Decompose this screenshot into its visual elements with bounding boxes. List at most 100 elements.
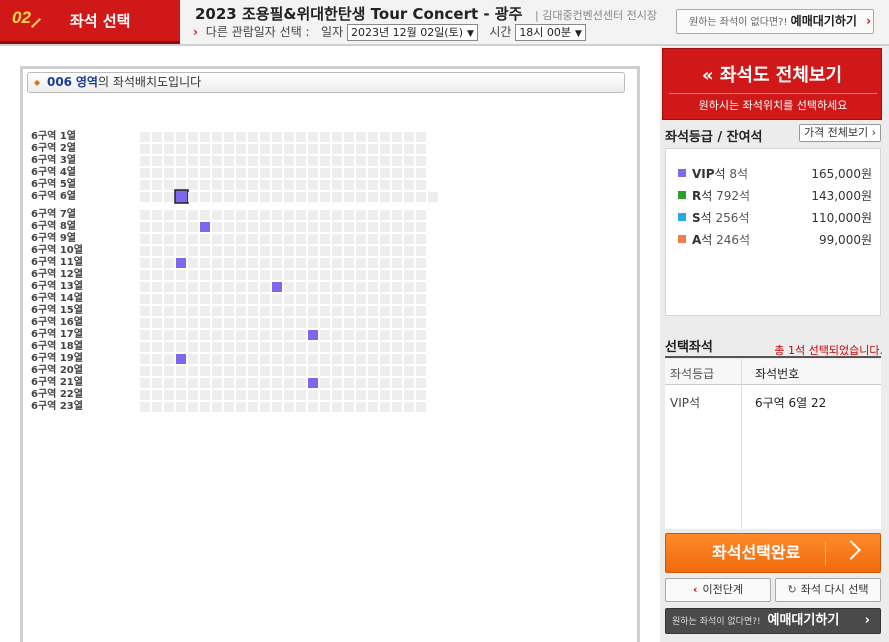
seat-unavailable	[332, 378, 342, 388]
seat-unavailable	[176, 210, 186, 220]
seat-unavailable	[368, 354, 378, 364]
seat-unavailable	[368, 258, 378, 268]
grade-row: VIP석 8석 165,000원	[678, 165, 878, 181]
seat-unavailable	[332, 270, 342, 280]
done-label: 좌석선택완료	[712, 543, 801, 562]
seat-unavailable	[260, 282, 270, 292]
seat-unavailable	[140, 282, 150, 292]
seat-unavailable	[248, 378, 258, 388]
seat-unavailable	[152, 180, 162, 190]
seat-unavailable	[176, 366, 186, 376]
seat-unavailable	[380, 222, 390, 232]
seat-unavailable	[416, 222, 426, 232]
seat-available[interactable]	[176, 258, 186, 268]
seat-available[interactable]	[308, 330, 318, 340]
grade-price: 165,000원	[811, 167, 872, 181]
seat-unavailable	[332, 132, 342, 142]
reselect-seat-button[interactable]: ↻ 좌석 다시 선택	[775, 578, 881, 602]
price-all-button[interactable]: 가격 전체보기 ›	[799, 124, 881, 142]
seat-unavailable	[332, 258, 342, 268]
seat-unavailable	[404, 378, 414, 388]
seat-unavailable	[368, 210, 378, 220]
seat-unavailable	[380, 282, 390, 292]
seat-unavailable	[272, 246, 282, 256]
seat-available[interactable]	[200, 222, 210, 232]
seat-unavailable	[212, 390, 222, 400]
seat-unavailable	[392, 210, 402, 220]
seat-unavailable	[308, 258, 318, 268]
date-label: 일자	[321, 25, 344, 39]
seat-unavailable	[416, 168, 426, 178]
seat-unavailable	[320, 270, 330, 280]
seat-unavailable	[332, 390, 342, 400]
seat-available[interactable]	[272, 282, 282, 292]
seat-unavailable	[176, 390, 186, 400]
seat-unavailable	[296, 390, 306, 400]
seat-unavailable	[308, 168, 318, 178]
seat-unavailable	[296, 270, 306, 280]
time-select[interactable]: 18시 00분 ▼	[515, 24, 586, 41]
other-date-label: 다른 관람일자 선택 :	[205, 25, 310, 39]
seat-unavailable	[260, 402, 270, 412]
seat-unavailable	[296, 222, 306, 232]
seat-unavailable	[140, 318, 150, 328]
price-all-label: 가격 전체보기	[803, 126, 869, 139]
seat-unavailable	[368, 294, 378, 304]
seat-unavailable	[164, 180, 174, 190]
seat-unavailable	[344, 294, 354, 304]
previous-step-button[interactable]: ‹ 이전단계	[665, 578, 771, 602]
seat-unavailable	[248, 246, 258, 256]
seat-unavailable	[248, 354, 258, 364]
seat-unavailable	[260, 258, 270, 268]
waitlist-button-top[interactable]: 원하는 좌석이 없다면?! 예매대기하기 ›	[676, 9, 874, 34]
full-seatmap-button[interactable]: « 좌석도 전체보기 원하시는 좌석위치를 선택하세요	[662, 48, 882, 120]
seat-unavailable	[356, 294, 366, 304]
seat-unavailable	[404, 330, 414, 340]
grade-name: VIP석 8석	[692, 167, 749, 181]
seat-unavailable	[236, 258, 246, 268]
seat-unavailable	[380, 210, 390, 220]
seat-unavailable	[236, 246, 246, 256]
seat-unavailable	[140, 258, 150, 268]
seat-unavailable	[200, 306, 210, 316]
seat-unavailable	[224, 132, 234, 142]
seat-unavailable	[140, 330, 150, 340]
seat-grid[interactable]	[23, 69, 637, 642]
seat-unavailable	[224, 282, 234, 292]
seat-unavailable	[140, 246, 150, 256]
seat-unavailable	[236, 318, 246, 328]
seat-unavailable	[248, 294, 258, 304]
seat-unavailable	[248, 342, 258, 352]
seat-unavailable	[224, 222, 234, 232]
seat-unavailable	[224, 270, 234, 280]
date-select[interactable]: 2023년 12월 02일(토) ▼	[346, 24, 478, 41]
seat-unavailable	[152, 156, 162, 166]
seat-unavailable	[392, 354, 402, 364]
seat-unavailable	[320, 282, 330, 292]
seat-unavailable	[164, 390, 174, 400]
seat-unavailable	[416, 144, 426, 154]
seat-selection-done-button[interactable]: 좌석선택완료	[665, 533, 881, 573]
waitlist-button-bottom[interactable]: 원하는 좌석이 없다면?! 예매대기하기 ›	[665, 608, 881, 634]
selected-table-header: 좌석등급 좌석번호	[665, 359, 881, 385]
seat-unavailable	[404, 192, 414, 202]
seat-unavailable	[296, 402, 306, 412]
seat-unavailable	[236, 234, 246, 244]
selected-heading: 선택좌석	[665, 340, 713, 355]
seat-selected[interactable]	[174, 189, 189, 204]
seat-unavailable	[380, 180, 390, 190]
seat-unavailable	[164, 144, 174, 154]
seat-available[interactable]	[308, 378, 318, 388]
seat-unavailable	[284, 282, 294, 292]
seat-unavailable	[272, 354, 282, 364]
seat-unavailable	[260, 168, 270, 178]
seat-unavailable	[380, 294, 390, 304]
seat-unavailable	[248, 168, 258, 178]
seat-available[interactable]	[176, 354, 186, 364]
seat-unavailable	[272, 306, 282, 316]
seat-unavailable	[260, 330, 270, 340]
seat-unavailable	[416, 366, 426, 376]
seat-unavailable	[212, 318, 222, 328]
seat-unavailable	[392, 156, 402, 166]
col-seat-header: 좌석번호	[755, 367, 800, 381]
